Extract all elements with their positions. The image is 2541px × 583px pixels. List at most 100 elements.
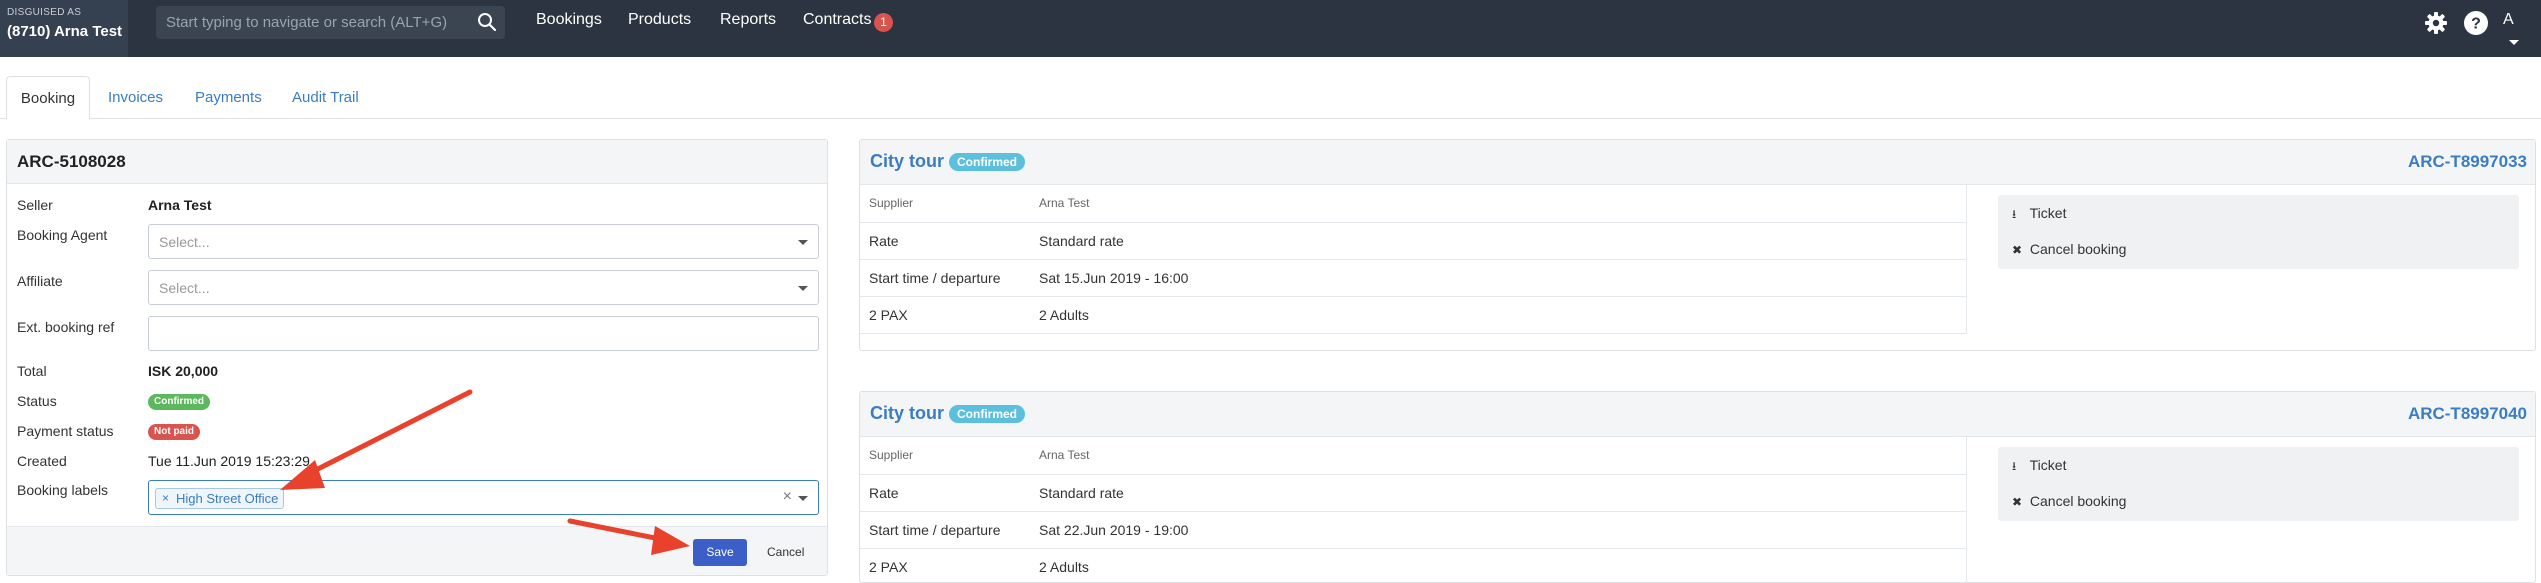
payment-status-badge: Not paid xyxy=(148,424,200,440)
row-value: Standard rate xyxy=(1030,474,1967,512)
created-label: Created xyxy=(17,453,67,469)
product-title-link[interactable]: City tour xyxy=(870,151,944,172)
table-row: Supplier Arna Test xyxy=(860,185,1967,223)
cancel-booking-label: Cancel booking xyxy=(2029,493,2127,509)
affiliate-label: Affiliate xyxy=(17,273,63,289)
booking-agent-label: Booking Agent xyxy=(17,227,108,243)
disguised-as-brand[interactable]: DISGUISED AS (8710) Arna Test xyxy=(0,0,128,57)
booking-item-table: Supplier Arna Test Rate Standard rate Star… xyxy=(860,437,1967,583)
chevron-down-icon[interactable] xyxy=(798,496,808,501)
booking-agent-placeholder: Select... xyxy=(159,234,210,250)
panel-header: ARC-5108028 xyxy=(7,140,827,184)
row-label: Start time / departure xyxy=(860,259,1030,297)
ext-booking-ref-field[interactable] xyxy=(148,316,819,351)
booking-item-card: City tour Confirmed ARC-T8997033 Supplie… xyxy=(859,139,2536,351)
affiliate-placeholder: Select... xyxy=(159,280,210,296)
tab-audit-trail[interactable]: Audit Trail xyxy=(292,76,359,119)
nav-bookings[interactable]: Bookings xyxy=(536,11,602,29)
seller-label: Seller xyxy=(17,197,53,213)
ticket-link[interactable]: ⭳ Ticket xyxy=(2012,205,2066,226)
contracts-count-badge: 1 xyxy=(874,13,893,32)
row-label: 2 PAX xyxy=(860,548,1030,583)
row-value: Arna Test xyxy=(1030,437,1967,475)
seller-value: Arna Test xyxy=(148,197,212,213)
row-value: Arna Test xyxy=(1030,185,1967,223)
svg-text:?: ? xyxy=(2471,16,2481,33)
top-navbar: DISGUISED AS (8710) Arna Test Start typi… xyxy=(0,0,2541,57)
status-badge: Confirmed xyxy=(148,394,210,410)
tab-payments[interactable]: Payments xyxy=(195,76,262,119)
account-name: (8710) Arna Test xyxy=(7,23,123,40)
row-label: Supplier xyxy=(860,437,1030,475)
status-label: Status xyxy=(17,393,57,409)
search-placeholder: Start typing to navigate or search (ALT+… xyxy=(166,14,448,31)
row-label: Supplier xyxy=(860,185,1030,223)
booking-labels-multiselect[interactable]: × High Street Office × xyxy=(148,480,819,515)
total-label: Total xyxy=(17,363,47,379)
search-icon[interactable] xyxy=(475,10,499,34)
booking-item-card: City tour Confirmed ARC-T8997040 Supplie… xyxy=(859,391,2536,583)
clear-icon[interactable]: × xyxy=(783,488,792,506)
help-circle-icon[interactable]: ? xyxy=(2462,9,2490,37)
cancel-booking-link[interactable]: ✖ Cancel booking xyxy=(2012,493,2126,509)
row-value: Sat 22.Jun 2019 - 19:00 xyxy=(1030,511,1967,549)
row-label: Start time / departure xyxy=(860,511,1030,549)
status-badge: Confirmed xyxy=(949,405,1025,423)
item-actions: ⭳ Ticket ✖ Cancel booking xyxy=(1998,195,2519,269)
product-title-link[interactable]: City tour xyxy=(870,403,944,424)
item-actions: ⭳ Ticket ✖ Cancel booking xyxy=(1998,447,2519,521)
row-value: Sat 15.Jun 2019 - 16:00 xyxy=(1030,259,1967,297)
ticket-link[interactable]: ⭳ Ticket xyxy=(2012,457,2066,478)
download-icon: ⭳ xyxy=(2012,207,2017,221)
booking-id: ARC-5108028 xyxy=(17,152,126,171)
nav-products[interactable]: Products xyxy=(628,11,691,29)
booking-label-tag[interactable]: × High Street Office xyxy=(155,488,285,509)
row-value: 2 Adults xyxy=(1030,296,1967,334)
table-row: 2 PAX 2 Adults xyxy=(860,548,1967,583)
cancel-button[interactable]: Cancel xyxy=(767,539,804,566)
tab-booking[interactable]: Booking xyxy=(6,76,90,120)
affiliate-select[interactable]: Select... xyxy=(148,270,819,305)
booking-tabs: Booking Invoices Payments Audit Trail xyxy=(0,76,2541,120)
nav-reports[interactable]: Reports xyxy=(720,11,776,29)
row-label: Rate xyxy=(860,222,1030,260)
save-button[interactable]: Save xyxy=(693,539,747,566)
tag-remove-icon[interactable]: × xyxy=(162,489,169,508)
booking-agent-select[interactable]: Select... xyxy=(148,224,819,259)
row-label: 2 PAX xyxy=(860,296,1030,334)
table-row: Supplier Arna Test xyxy=(860,437,1967,475)
table-row: Rate Standard rate xyxy=(860,222,1967,260)
cancel-booking-label: Cancel booking xyxy=(2029,241,2127,257)
tab-invoices[interactable]: Invoices xyxy=(108,76,163,119)
booking-labels-label: Booking labels xyxy=(17,482,109,498)
card-header: City tour Confirmed ARC-T8997033 xyxy=(860,140,2535,185)
cancel-booking-link[interactable]: ✖ Cancel booking xyxy=(2012,241,2126,257)
item-reference-link[interactable]: ARC-T8997040 xyxy=(2408,404,2527,424)
ticket-label: Ticket xyxy=(2029,205,2067,221)
nav-contracts[interactable]: Contracts xyxy=(803,11,871,29)
global-search-input[interactable]: Start typing to navigate or search (ALT+… xyxy=(156,6,505,39)
user-avatar[interactable]: A xyxy=(2503,11,2514,29)
ticket-label: Ticket xyxy=(2029,457,2067,473)
chevron-down-icon[interactable] xyxy=(2509,40,2519,45)
gear-icon[interactable] xyxy=(2422,9,2450,37)
status-badge: Confirmed xyxy=(949,153,1025,171)
table-row: Rate Standard rate xyxy=(860,474,1967,512)
chevron-down-icon xyxy=(798,240,808,245)
table-row: Start time / departure Sat 22.Jun 2019 - … xyxy=(860,511,1967,549)
created-value: Tue 11.Jun 2019 15:23:29 xyxy=(148,453,310,469)
row-value: Standard rate xyxy=(1030,222,1967,260)
table-row: Start time / departure Sat 15.Jun 2019 - … xyxy=(860,259,1967,297)
chevron-down-icon xyxy=(798,286,808,291)
booking-label-text: High Street Office xyxy=(176,491,279,506)
close-icon: ✖ xyxy=(2012,495,2023,509)
payment-status-label: Payment status xyxy=(17,423,114,439)
close-icon: ✖ xyxy=(2012,243,2023,257)
ext-booking-ref-label: Ext. booking ref xyxy=(17,319,115,335)
item-reference-link[interactable]: ARC-T8997033 xyxy=(2408,152,2527,172)
row-value: 2 Adults xyxy=(1030,548,1967,583)
download-icon: ⭳ xyxy=(2012,459,2017,473)
row-label: Rate xyxy=(860,474,1030,512)
card-header: City tour Confirmed ARC-T8997040 xyxy=(860,392,2535,437)
booking-item-table: Supplier Arna Test Rate Standard rate Star… xyxy=(860,185,1967,334)
